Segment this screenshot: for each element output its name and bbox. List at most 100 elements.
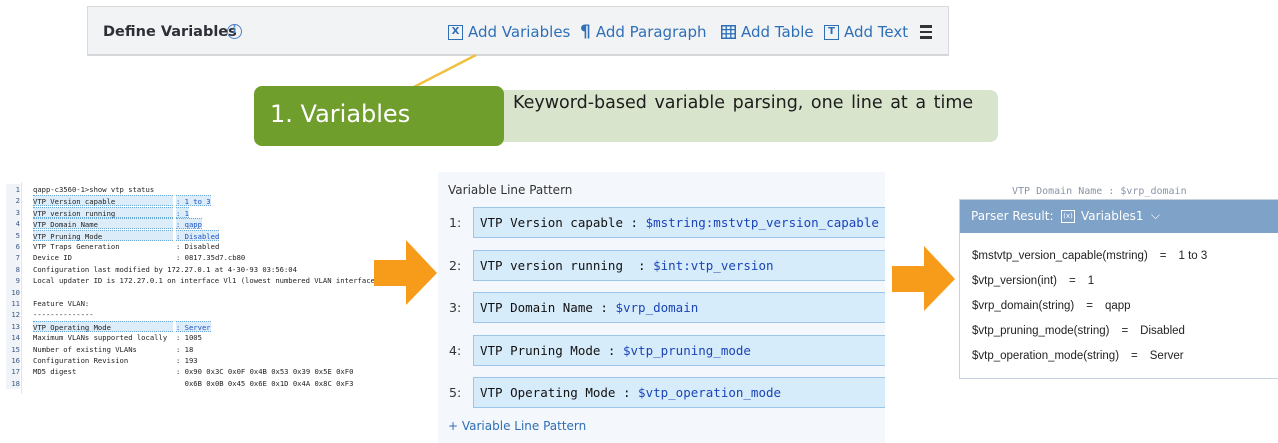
add-paragraph-label: Add Paragraph xyxy=(595,23,707,41)
parser-result-label: Parser Result: xyxy=(971,209,1054,223)
pattern-input-2[interactable]: VTP version running : $int:vtp_version xyxy=(473,250,885,281)
pattern-input-4[interactable]: VTP Pruning Mode : $vtp_pruning_mode xyxy=(473,335,885,366)
line-number: 7 xyxy=(6,252,20,264)
callout-description: Keyword-based variable parsing, one line… xyxy=(494,90,998,142)
add-paragraph-button[interactable]: ¶ Add Paragraph xyxy=(580,23,706,41)
terminal-text: Local updater ID is 172.27.0.1 on interf… xyxy=(33,276,378,286)
pattern-variable: $int:vtp_version xyxy=(653,258,774,273)
result-variable-name: $vtp_version(int) xyxy=(972,275,1058,287)
terminal-line: 17 MD5 digest: 0x90 0x3C 0x0F 0x4B 0x53 0… xyxy=(6,366,378,378)
line-number: 5 xyxy=(6,229,20,241)
terminal-text: -------------- xyxy=(33,310,94,320)
pattern-variable: $vrp_domain xyxy=(615,300,699,315)
pattern-row-number: 4: xyxy=(449,343,462,358)
terminal-line: 1 qapp-c3560-1>show vtp status xyxy=(6,184,378,196)
vtp-status-output: 1 qapp-c3560-1>show vtp status 2 VTP Versio… xyxy=(6,182,378,394)
line-number: 16 xyxy=(6,355,20,367)
terminal-value: : Disabled xyxy=(176,242,220,251)
terminal-line: 5 VTP Pruning Mode: Disabled xyxy=(6,229,378,241)
parser-result-row: $vrp_domain(string) = qapp xyxy=(972,300,1131,312)
terminal-text: qapp-c3560-1>show vtp status xyxy=(33,185,155,194)
add-variables-button[interactable]: X Add Variables xyxy=(448,23,570,41)
terminal-line: 10 xyxy=(6,286,378,298)
add-table-button[interactable]: Add Table xyxy=(721,23,814,41)
line-number: 17 xyxy=(6,366,20,378)
variable-line-pattern-title: Variable Line Pattern xyxy=(448,183,573,197)
terminal-value: : 0x90 0x3C 0x0F 0x4B 0x53 0x39 0x5E 0xF… xyxy=(176,367,354,377)
line-number: 8 xyxy=(6,263,20,276)
terminal-value: : 1005 xyxy=(176,333,202,343)
pattern-text: VTP Operating Mode : xyxy=(480,385,639,400)
define-variables-toolbar: Define Variables i X Add Variables ¶ Add… xyxy=(87,6,949,56)
chevron-down-icon[interactable]: ⌵ xyxy=(1151,208,1160,223)
callout-description-text: Keyword-based variable parsing, one line… xyxy=(513,93,974,113)
parser-result-panel: Parser Result: (x) Variables1 ⌵ $mstvtp_… xyxy=(959,199,1278,379)
terminal-line: 18 0x6B 0x0B 0x45 0x6E 0x1D 0x4A 0x8C 0x… xyxy=(6,377,378,390)
terminal-text: Configuration last modified by 172.27.0.… xyxy=(33,264,297,274)
terminal-key: VTP Version capable xyxy=(33,195,173,207)
add-text-button[interactable]: T Add Text xyxy=(824,23,908,41)
pattern-input-5[interactable]: VTP Operating Mode : $vtp_operation_mode xyxy=(473,377,885,408)
pattern-row-number: 5: xyxy=(449,385,462,400)
terminal-line: 6 VTP Traps Generation : Disabled xyxy=(6,241,378,253)
line-number: 2 xyxy=(6,195,20,207)
pattern-row-number: 1: xyxy=(449,215,462,230)
add-variables-label: Add Variables xyxy=(468,23,571,41)
pattern-text: VTP Domain Name : xyxy=(480,300,616,315)
line-number: 18 xyxy=(6,377,20,390)
terminal-line: 11 Feature VLAN: xyxy=(6,298,378,310)
line-number: 9 xyxy=(6,275,20,287)
result-variable-name: $vtp_operation_mode(string) xyxy=(972,350,1120,362)
terminal-key: Configuration Revision xyxy=(33,356,129,365)
hamburger-menu-icon[interactable] xyxy=(920,25,932,42)
parser-result-row: $vtp_version(int) = 1 xyxy=(972,275,1094,287)
terminal-line: 16 Configuration Revision : 193 xyxy=(6,355,378,367)
table-icon xyxy=(721,25,736,39)
pattern-input-3[interactable]: VTP Domain Name : $vrp_domain xyxy=(473,292,885,323)
result-value: Server xyxy=(1149,350,1184,362)
add-text-label: Add Text xyxy=(844,23,909,41)
pattern-row-number: 2: xyxy=(449,258,462,273)
pattern-input-1[interactable]: VTP Version capable : $mstring:mstvtp_ve… xyxy=(473,207,885,238)
terminal-value: : 18 xyxy=(176,344,194,354)
line-number: 3 xyxy=(6,206,20,219)
line-number: 15 xyxy=(6,343,20,355)
obscured-background-text: VTP Domain Name : $vrp_domain xyxy=(1012,186,1187,197)
variable-line-pattern-panel: Variable Line Pattern 1: VTP Version cap… xyxy=(438,172,885,443)
terminal-line: 9 Local updater ID is 172.27.0.1 on inter… xyxy=(6,275,378,287)
line-number: 10 xyxy=(6,286,20,298)
line-number: 6 xyxy=(6,241,20,253)
line-number: 1 xyxy=(6,184,20,196)
equals-sign: = xyxy=(1159,250,1167,262)
terminal-key: VTP Pruning Mode xyxy=(33,229,173,241)
terminal-value: : qapp xyxy=(176,218,202,230)
pattern-variable: $mstring:mstvtp_version_capable xyxy=(645,215,879,230)
x-box-icon: (x) xyxy=(1061,210,1075,223)
result-value: 1 to 3 xyxy=(1178,250,1208,262)
terminal-value: : 0817.35d7.cb80 xyxy=(176,253,246,263)
x-box-icon: X xyxy=(448,24,463,40)
pattern-text: VTP version running : xyxy=(480,258,654,273)
result-value: 1 xyxy=(1087,275,1095,287)
result-variable-name: $mstvtp_version_capable(mstring) xyxy=(972,250,1148,262)
terminal-key: VTP Traps Generation xyxy=(33,242,120,251)
terminal-line: 15 Number of existing VLANs : 18 xyxy=(6,343,378,355)
terminal-line: 4 VTP Domain Name: qapp xyxy=(6,218,378,230)
terminal-key: Number of existing VLANs xyxy=(33,344,137,354)
parser-result-row: $mstvtp_version_capable(mstring) = 1 to 3 xyxy=(972,250,1207,262)
result-variable-name: $vrp_domain(string) xyxy=(972,300,1075,312)
line-number: 14 xyxy=(6,332,20,344)
terminal-key: VTP version running xyxy=(33,206,173,218)
terminal-value: : Server xyxy=(176,320,211,332)
terminal-value: : 193 xyxy=(176,356,198,365)
add-variable-line-pattern-link[interactable]: + Variable Line Pattern xyxy=(448,419,586,433)
info-icon[interactable]: i xyxy=(227,24,242,39)
terminal-line: 14 Maximum VLANs supported locally : 1005 xyxy=(6,332,378,344)
parser-result-row: $vtp_operation_mode(string) = Server xyxy=(972,350,1184,362)
add-table-label: Add Table xyxy=(741,23,814,41)
terminal-value: : 1 xyxy=(176,206,189,218)
terminal-key: Maximum VLANs supported locally xyxy=(33,333,168,343)
line-number: 4 xyxy=(6,218,20,230)
terminal-line: 7 Device ID: 0817.35d7.cb80 xyxy=(6,252,378,264)
variables-selector[interactable]: Variables1 xyxy=(1081,209,1143,223)
